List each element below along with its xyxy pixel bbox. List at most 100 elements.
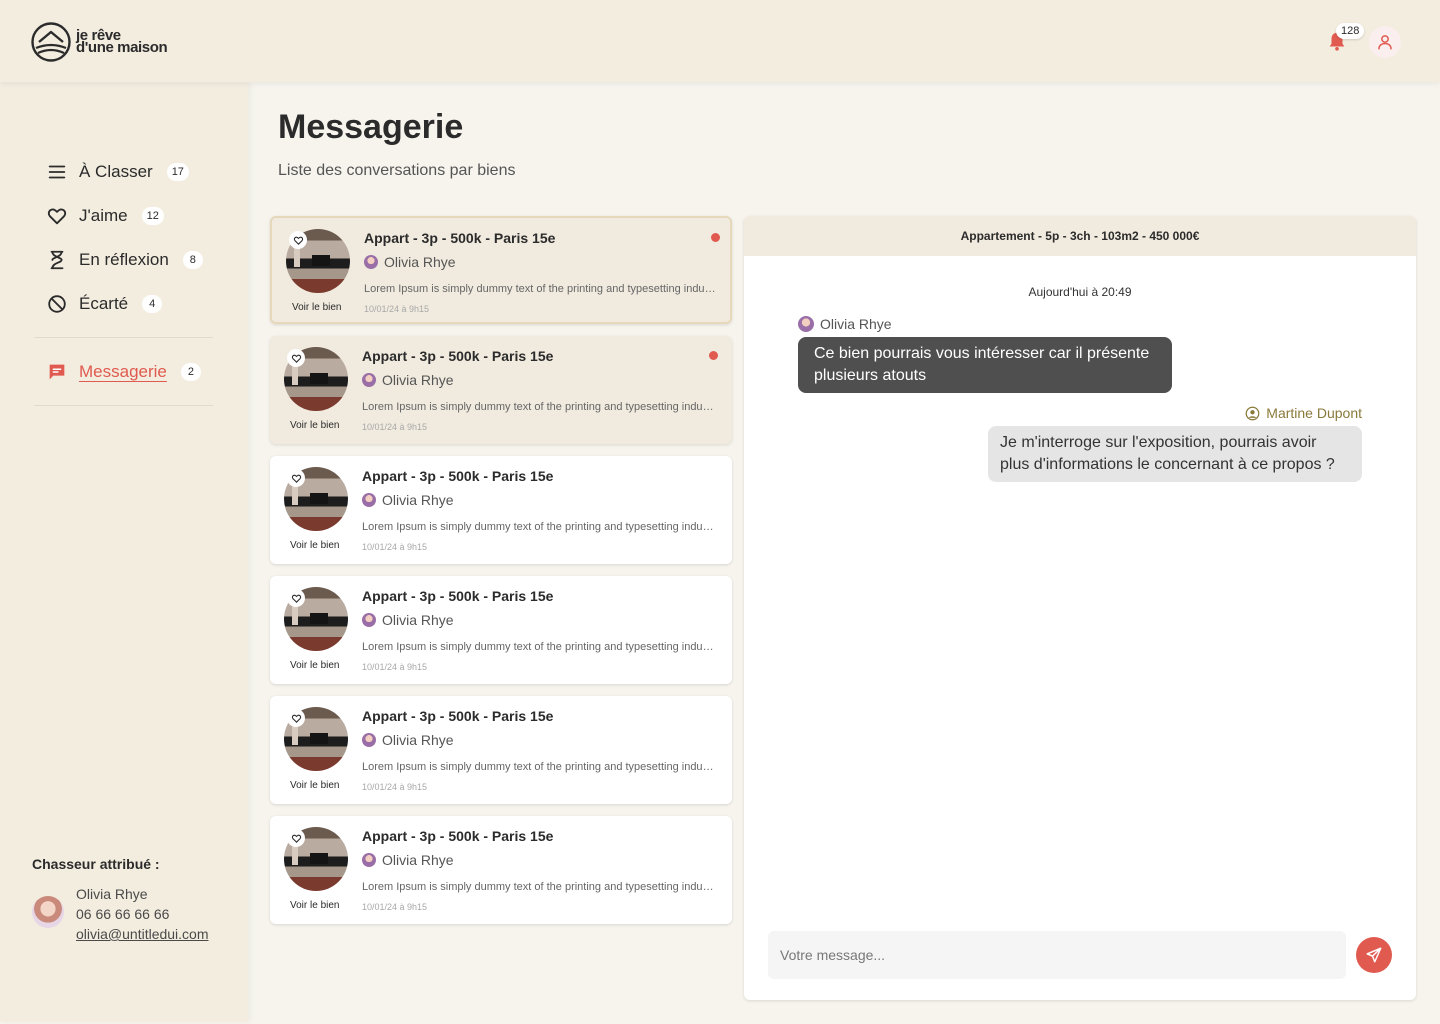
sidebar-item-count: 12 xyxy=(141,207,164,225)
avatar xyxy=(32,896,64,928)
chasseur-name: Olivia Rhye xyxy=(76,886,148,902)
menu-icon xyxy=(48,165,66,179)
conversation-date: 10/01/24 à 9h15 xyxy=(362,542,428,552)
favorite-button[interactable] xyxy=(287,709,305,727)
conversation-user: Olivia Rhye xyxy=(362,492,454,508)
conversation-preview: Lorem Ipsum is simply dummy text of the … xyxy=(362,521,718,533)
message-bubble: Je m'interroge sur l'exposition, pourrai… xyxy=(988,426,1362,482)
heart-icon xyxy=(291,474,301,483)
message-icon xyxy=(49,364,65,380)
heart-icon xyxy=(291,834,301,843)
avatar xyxy=(362,733,376,747)
send-button[interactable] xyxy=(1356,937,1392,973)
voir-le-bien-link[interactable]: Voir le bien xyxy=(290,900,339,911)
conversation-date: 10/01/24 à 9h15 xyxy=(362,782,428,792)
voir-le-bien-link[interactable]: Voir le bien xyxy=(290,540,339,551)
house-logo-icon xyxy=(31,22,71,62)
conversation-card[interactable]: Voir le bien Appart - 3p - 500k - Paris … xyxy=(270,216,732,324)
conversation-card[interactable]: Voir le bien Appart - 3p - 500k - Paris … xyxy=(270,576,732,684)
avatar xyxy=(798,316,814,332)
voir-le-bien-link[interactable]: Voir le bien xyxy=(292,302,341,313)
sidebar-item-en-reflexion[interactable]: En réflexion 8 xyxy=(46,248,203,272)
hourglass-icon xyxy=(50,250,64,270)
conversation-user-name: Olivia Rhye xyxy=(382,852,454,868)
conversation-user-name: Olivia Rhye xyxy=(384,254,456,270)
sidebar-item-count: 4 xyxy=(142,295,163,313)
logo-line-2: d'une maison xyxy=(76,39,168,56)
voir-le-bien-link[interactable]: Voir le bien xyxy=(290,780,339,791)
conversation-title: Appart - 3p - 500k - Paris 15e xyxy=(362,828,554,844)
ban-icon xyxy=(48,295,66,313)
heart-icon xyxy=(291,594,301,603)
conversation-user: Olivia Rhye xyxy=(362,732,454,748)
voir-le-bien-link[interactable]: Voir le bien xyxy=(290,420,339,431)
avatar xyxy=(362,613,376,627)
conversation-user-name: Olivia Rhye xyxy=(382,372,454,388)
favorite-button[interactable] xyxy=(287,829,305,847)
conversation-date: 10/01/24 à 9h15 xyxy=(362,662,428,672)
message-input[interactable] xyxy=(768,931,1346,979)
logo[interactable]: je rêve d'une maison xyxy=(30,21,168,63)
chasseur-info: Olivia Rhye 06 66 66 66 66 olivia@untitl… xyxy=(76,884,209,944)
conversation-date: 10/01/24 à 9h15 xyxy=(362,422,428,432)
sidebar-item-messagerie[interactable]: Messagerie 2 xyxy=(46,360,201,384)
favorite-button[interactable] xyxy=(287,469,305,487)
favorite-button[interactable] xyxy=(287,349,305,367)
message-sender-name: Martine Dupont xyxy=(1266,405,1362,421)
conversation-card[interactable]: Voir le bien Appart - 3p - 500k - Paris … xyxy=(270,336,732,444)
avatar xyxy=(362,373,376,387)
conversation-title: Appart - 3p - 500k - Paris 15e xyxy=(362,708,554,724)
conversation-date: 10/01/24 à 9h15 xyxy=(362,902,428,912)
conversation-preview: Lorem Ipsum is simply dummy text of the … xyxy=(362,401,718,413)
user-icon xyxy=(1378,35,1392,50)
sidebar-item-ecarte[interactable]: Écarté 4 xyxy=(46,292,163,316)
page-subtitle: Liste des conversations par biens xyxy=(278,162,516,179)
favorite-button[interactable] xyxy=(287,589,305,607)
conversation-title: Appart - 3p - 500k - Paris 15e xyxy=(364,230,556,246)
favorite-button[interactable] xyxy=(289,231,307,249)
sidebar-divider xyxy=(34,405,213,406)
conversation-card[interactable]: Voir le bien Appart - 3p - 500k - Paris … xyxy=(270,456,732,564)
send-icon xyxy=(1366,947,1382,963)
heart-icon xyxy=(291,714,301,723)
notification-badge: 128 xyxy=(1336,23,1365,39)
conversation-user: Olivia Rhye xyxy=(364,254,456,270)
message-sender-name: Olivia Rhye xyxy=(820,316,892,332)
unread-dot xyxy=(709,351,718,360)
chasseur-email-link[interactable]: olivia@untitledui.com xyxy=(76,926,209,942)
sidebar-item-count: 8 xyxy=(182,251,203,269)
avatar xyxy=(362,493,376,507)
chasseur-phone: 06 66 66 66 66 xyxy=(76,906,170,922)
sidebar-item-label: À Classer xyxy=(79,162,153,181)
sidebar-item-count: 2 xyxy=(180,363,201,381)
voir-le-bien-link[interactable]: Voir le bien xyxy=(290,660,339,671)
conversation-preview: Lorem Ipsum is simply dummy text of the … xyxy=(364,283,720,295)
header: je rêve d'une maison 128 xyxy=(0,0,1440,82)
sidebar-divider xyxy=(34,337,213,338)
sidebar-item-a-classer[interactable]: À Classer 17 xyxy=(46,160,189,184)
logo-text: je rêve d'une maison xyxy=(76,28,168,56)
page-title: Messagerie xyxy=(278,108,464,146)
conversation-date: 10/01/24 à 9h15 xyxy=(364,304,430,314)
user-menu-button[interactable] xyxy=(1369,26,1401,58)
conversation-preview: Lorem Ipsum is simply dummy text of the … xyxy=(362,881,718,893)
conversation-card[interactable]: Voir le bien Appart - 3p - 500k - Paris … xyxy=(270,816,732,924)
avatar xyxy=(364,255,378,269)
heart-icon xyxy=(293,236,303,245)
conversation-user-name: Olivia Rhye xyxy=(382,612,454,628)
sidebar-item-label: En réflexion xyxy=(79,250,169,269)
chasseur-title: Chasseur attribué : xyxy=(32,856,160,872)
unread-dot xyxy=(711,233,720,242)
conversation-preview: Lorem Ipsum is simply dummy text of the … xyxy=(362,641,718,653)
message-bubble: Ce bien pourrais vous intéresser car il … xyxy=(798,337,1172,393)
conversation-user: Olivia Rhye xyxy=(362,612,454,628)
conversation-title: Appart - 3p - 500k - Paris 15e xyxy=(362,588,554,604)
sidebar-item-label: J'aime xyxy=(79,206,128,225)
chat-panel: Appartement - 5p - 3ch - 103m2 - 450 000… xyxy=(744,216,1416,1000)
conversation-card[interactable]: Voir le bien Appart - 3p - 500k - Paris … xyxy=(270,696,732,804)
sidebar-item-jaime[interactable]: J'aime 12 xyxy=(46,204,164,228)
sidebar-item-label: Écarté xyxy=(79,294,129,313)
sidebar-item-count: 17 xyxy=(166,163,189,181)
sidebar: À Classer 17 J'aime 12 En réflexion 8 Éc… xyxy=(0,82,248,1022)
sidebar-item-label: Messagerie xyxy=(79,362,167,381)
